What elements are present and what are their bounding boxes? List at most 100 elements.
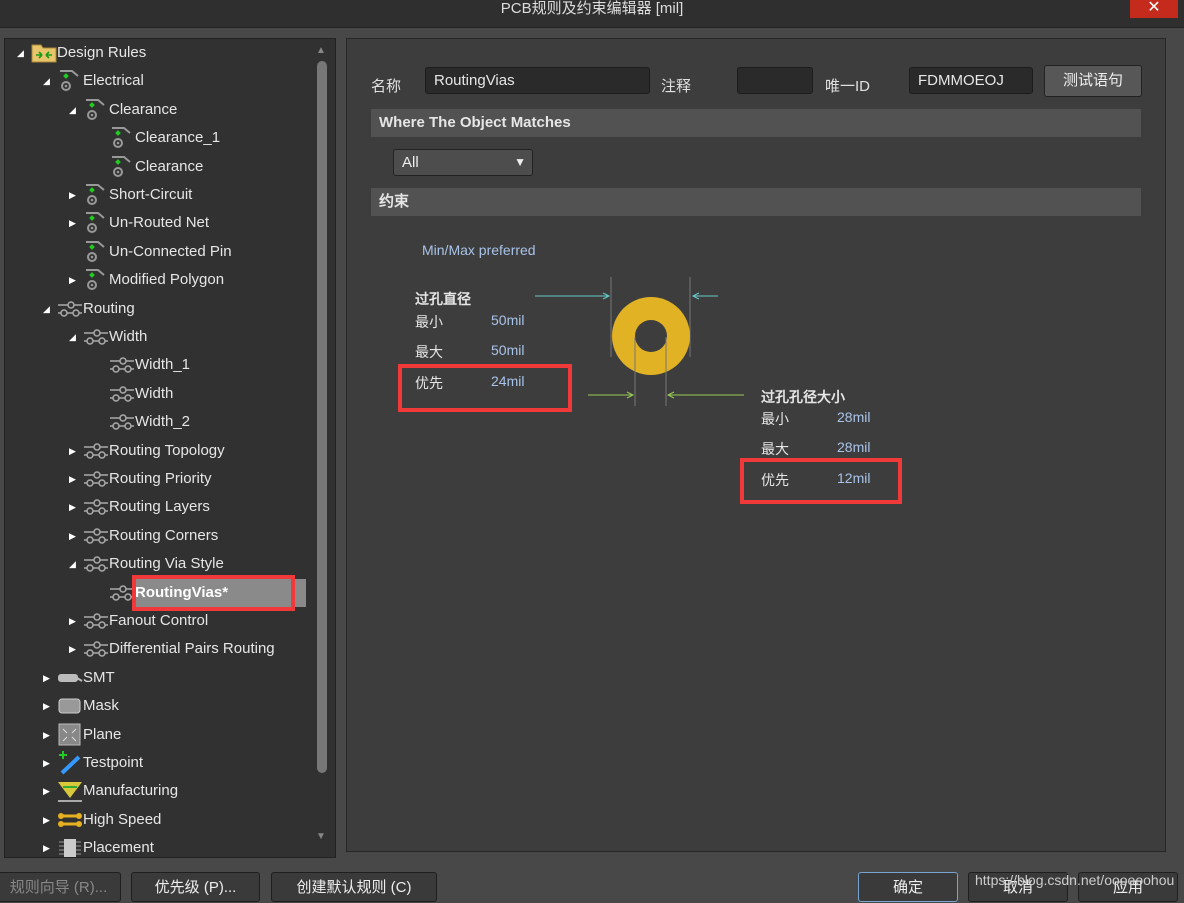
expand-toggle-icon[interactable]: ▶ [43, 815, 53, 825]
electrical-rule-icon [83, 98, 109, 122]
electrical-rule-icon [109, 155, 135, 179]
comment-input[interactable] [737, 67, 813, 94]
close-button[interactable]: ✕ [1130, 0, 1178, 18]
collapse-toggle-icon[interactable]: ◢ [17, 48, 27, 58]
hole-size-min[interactable]: 28mil [837, 409, 870, 425]
scroll-up-arrow[interactable]: ▲ [316, 45, 326, 56]
tree-item[interactable]: ▶ Differential Pairs Routing [5, 635, 305, 663]
title-bar: PCB规则及约束编辑器 [mil] ✕ [0, 0, 1184, 28]
expand-toggle-icon[interactable]: ▶ [69, 446, 79, 456]
tree-item-label: Clearance_1 [135, 129, 221, 147]
highlight-box-hole-preferred [740, 458, 902, 504]
tree-item[interactable]: Width_1 [5, 351, 305, 379]
electrical-rule-icon [83, 268, 109, 292]
expand-toggle-icon[interactable]: ▶ [43, 701, 53, 711]
tree-item[interactable]: ▶ Fanout Control [5, 607, 305, 635]
via-hole [635, 320, 667, 352]
routing-rule-icon [83, 467, 109, 491]
tree-item[interactable]: ▶ Routing Topology [5, 437, 305, 465]
tree-item-label: Width [135, 384, 174, 402]
collapse-toggle-icon[interactable]: ◢ [43, 76, 53, 86]
hole-size-max[interactable]: 28mil [837, 439, 870, 455]
tree-item[interactable]: ▶ Modified Polygon [5, 266, 305, 294]
tree-item[interactable]: ▶ Routing Corners [5, 522, 305, 550]
expand-toggle-icon[interactable]: ▶ [43, 843, 53, 853]
tree-item[interactable]: ◢ Electrical [5, 67, 305, 95]
via-diameter-min[interactable]: 50mil [491, 312, 524, 328]
expand-toggle-icon[interactable]: ▶ [69, 644, 79, 654]
tree-item-label: Testpoint [83, 754, 144, 771]
tree-scrollbar[interactable] [317, 61, 327, 773]
collapse-toggle-icon[interactable]: ◢ [69, 559, 79, 569]
expand-toggle-icon[interactable]: ▶ [69, 531, 79, 541]
tree-item[interactable]: ▶ Routing Priority [5, 465, 305, 493]
where-matches-header: Where The Object Matches [371, 109, 1141, 137]
collapse-toggle-icon[interactable]: ◢ [69, 332, 79, 342]
expand-toggle-icon[interactable]: ▶ [69, 616, 79, 626]
via-diameter-title: 过孔直径 [415, 291, 471, 307]
tree-item[interactable]: ▶ Mask [5, 692, 305, 720]
tree-item-label: Routing Layers [109, 498, 210, 516]
electrical-rule-icon [109, 126, 135, 150]
highlight-box-routingvias [132, 575, 295, 611]
electrical-rule-icon [57, 69, 83, 93]
routing-rule-icon [83, 552, 109, 576]
folder-icon [31, 41, 57, 65]
tree-item-label: Routing Via Style [109, 555, 224, 573]
name-input[interactable]: RoutingVias [425, 67, 650, 94]
placement-icon [57, 836, 83, 857]
electrical-rule-icon [83, 211, 109, 235]
tree-item[interactable]: ▶ Un-Routed Net [5, 209, 305, 237]
tree-item-label: Placement [83, 839, 154, 857]
scroll-down-arrow[interactable]: ▼ [316, 831, 326, 842]
electrical-rule-icon [83, 183, 109, 207]
tree-item[interactable]: ◢ Clearance [5, 96, 305, 124]
tree-item[interactable]: ◢ Routing Via Style [5, 550, 305, 578]
expand-toggle-icon[interactable]: ▶ [43, 730, 53, 740]
tree-item[interactable]: ▶ Placement [5, 834, 305, 857]
tree-item[interactable]: ▶ Testpoint [5, 749, 305, 777]
tree-item-label: Short-Circuit [109, 186, 193, 203]
expand-toggle-icon[interactable]: ▶ [69, 190, 79, 200]
tree-item[interactable]: Width_2 [5, 408, 305, 436]
expand-toggle-icon[interactable]: ▶ [43, 786, 53, 796]
tree-item[interactable]: ▶ Routing Layers [5, 493, 305, 521]
collapse-toggle-icon[interactable]: ◢ [43, 304, 53, 314]
tree-item[interactable]: ▶ Short-Circuit [5, 181, 305, 209]
expand-toggle-icon[interactable]: ▶ [43, 673, 53, 683]
tree-item-label: Mask [83, 697, 119, 715]
routing-rule-icon [109, 382, 135, 406]
constraints-header: 约束 [371, 188, 1141, 216]
expand-toggle-icon[interactable]: ▶ [69, 275, 79, 285]
tree-item[interactable]: ▶ Plane [5, 721, 305, 749]
unique-id-input[interactable]: FDMMOEOJ [909, 67, 1033, 94]
tree-item[interactable]: ◢ Design Rules [5, 39, 305, 67]
tree-item[interactable]: Width [5, 380, 305, 408]
testpoint-icon [57, 751, 83, 775]
expand-toggle-icon[interactable]: ▶ [69, 502, 79, 512]
tree-item-label: Un-Connected Pin [109, 242, 232, 260]
tree-item-label: Un-Routed Net [109, 214, 210, 232]
tree-item[interactable]: ◢ Width [5, 323, 305, 351]
tree-item[interactable]: Clearance_1 [5, 124, 305, 152]
routing-rule-icon [109, 410, 135, 434]
match-scope-dropdown[interactable]: All ▼ [393, 149, 533, 176]
expand-toggle-icon[interactable]: ▶ [69, 218, 79, 228]
tree-item-label: Width [109, 328, 148, 345]
tree-item[interactable]: ▶ SMT [5, 664, 305, 692]
expand-toggle-icon[interactable]: ▶ [69, 474, 79, 484]
highlight-box-via-preferred [398, 364, 572, 412]
rules-tree: ◢ Design Rules ◢ Electrical ◢ Clearance Cleara… [4, 38, 336, 858]
tree-item[interactable]: ◢ Routing [5, 295, 305, 323]
tree-item[interactable]: Un-Connected Pin [5, 238, 305, 266]
expand-toggle-icon[interactable]: ▶ [43, 758, 53, 768]
electrical-rule-icon [83, 240, 109, 264]
routing-rule-icon [57, 297, 83, 321]
smt-icon [57, 666, 83, 690]
collapse-toggle-icon[interactable]: ◢ [69, 105, 79, 115]
via-diameter-max[interactable]: 50mil [491, 342, 524, 358]
test-query-button[interactable]: 测试语句 [1044, 65, 1142, 97]
tree-item[interactable]: ▶ Manufacturing [5, 777, 305, 805]
tree-item[interactable]: ▶ High Speed [5, 806, 305, 834]
tree-item[interactable]: Clearance [5, 153, 305, 181]
